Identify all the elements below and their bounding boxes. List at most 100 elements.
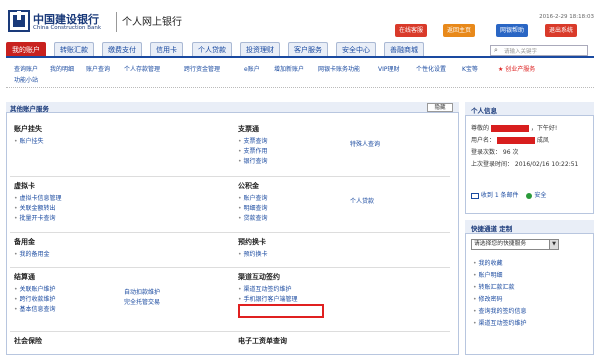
tab-customer-service[interactable]: 客户服务 <box>288 42 328 56</box>
ccb-logo-icon <box>8 10 30 32</box>
section-housing-fund: 公积金 账户查询 明细查询 贷款查询 <box>238 181 448 224</box>
tab-security[interactable]: 安全中心 <box>336 42 376 56</box>
logo-divider <box>116 12 117 32</box>
header-date: 2016-2-29 18:18:03 <box>539 14 594 20</box>
subnav-item[interactable]: 查询账户 <box>14 64 38 73</box>
section-link[interactable]: 贷款查询 <box>238 214 448 224</box>
search-icon: ⌕ <box>494 46 498 54</box>
section-link[interactable]: 关联账户维护 <box>14 285 224 295</box>
section-title: 社会保险 <box>14 337 42 345</box>
section-link[interactable]: 账户挂失 <box>14 137 224 147</box>
section-title: 渠道互动签约 <box>238 273 280 281</box>
highlight-box <box>238 304 324 318</box>
tab-investment[interactable]: 投资理财 <box>240 42 280 56</box>
section-title: 结算通 <box>14 273 35 281</box>
greeting: 尊敬的 ，下午好! <box>471 125 558 132</box>
online-service-button[interactable]: 在线客服 <box>395 24 428 37</box>
quick-access-title: 快捷通道 定制 <box>471 225 513 233</box>
section-link[interactable]: 渠道互动签约维护 <box>238 285 448 295</box>
section-title: 支票通 <box>238 125 259 133</box>
tab-mall[interactable]: 善融商城 <box>384 42 424 56</box>
security-link[interactable]: 安全 <box>534 192 546 199</box>
tab-payment[interactable]: 缴费支付 <box>102 42 142 56</box>
login-count: 登录次数： 96 次 <box>471 149 519 156</box>
section-social-insurance: 社会保险 <box>14 336 224 349</box>
tab-transfer[interactable]: 转账汇款 <box>54 42 94 56</box>
subnav-item[interactable]: 增加新账户 <box>274 64 304 73</box>
sub-nav: 查询账户 我的明细 账户查询 个人存款管理 跨行资金管理 e账户 增加新账户 网… <box>6 60 594 88</box>
subnav-item[interactable]: 账户查询 <box>86 64 110 73</box>
section-link[interactable]: 批量开卡查询 <box>14 214 224 224</box>
section-title: 虚拟卡 <box>14 182 35 190</box>
username: 用户名： 成凤 <box>471 137 549 144</box>
section-link[interactable]: 虚拟卡信息管理 <box>14 194 224 204</box>
mail-link[interactable]: 收到 1 条邮件 <box>481 192 519 199</box>
section-link[interactable]: 明细查询 <box>238 204 448 214</box>
user-info-header: 个人信息 <box>465 102 594 116</box>
subnav-item[interactable]: 个人存款管理 <box>124 64 160 73</box>
last-login: 上次登录时间： 2016/02/16 10:22:51 <box>471 161 579 168</box>
quick-link[interactable]: 转账汇款汇款 <box>473 282 514 291</box>
quick-link[interactable]: 渠道互动签约维护 <box>473 318 526 327</box>
tab-credit-card[interactable]: 信用卡 <box>150 42 183 56</box>
home-button[interactable]: 返回主页 <box>443 24 476 37</box>
section-divider <box>10 176 450 177</box>
main-panel-title: 其他账户服务 <box>10 105 49 113</box>
subnav-item[interactable]: VIP理财 <box>378 64 400 73</box>
section-virtual-card: 虚拟卡 虚拟卡信息管理 关联金额转出 批量开卡查询 <box>14 181 224 224</box>
section-title: 账户挂失 <box>14 125 42 133</box>
subnav-item[interactable]: 网银卡账务功能 <box>318 64 360 73</box>
section-link[interactable]: 关联金额转出 <box>14 204 224 214</box>
section-divider <box>10 232 450 233</box>
section-link[interactable]: 自动扣款维护 <box>124 287 160 296</box>
user-info-title: 个人信息 <box>471 107 497 115</box>
subnav-item[interactable]: e账户 <box>244 64 260 73</box>
quick-access-header: 快捷通道 定制 <box>465 220 594 234</box>
subnav-item[interactable]: 跨行资金管理 <box>184 64 220 73</box>
subnav-item[interactable]: 个性化设置 <box>416 64 446 73</box>
mail-icon <box>471 192 479 199</box>
section-title: 备用金 <box>14 238 35 246</box>
search-box[interactable]: ⌕ 请输入关键字 <box>490 45 588 56</box>
redacted-name <box>490 125 529 132</box>
quick-link[interactable]: 账户明细 <box>473 270 502 279</box>
section-link[interactable]: 预约换卡 <box>238 250 448 260</box>
section-link[interactable]: 银行查询 <box>238 157 448 167</box>
section-e-payslip: 电子工资单查询 <box>238 336 448 349</box>
section-link[interactable]: 账户查询 <box>238 194 448 204</box>
section-link[interactable]: 支票作用 <box>238 147 448 157</box>
subnav-item-hot[interactable]: ★ 创业产服务 <box>498 64 535 73</box>
hide-toggle-button[interactable]: 隐藏 <box>427 103 453 112</box>
main-panel-header: 其他账户服务 隐藏 <box>6 102 459 113</box>
help-button[interactable]: 网银帮助 <box>496 24 529 37</box>
section-divider <box>10 267 450 268</box>
quick-link[interactable]: 我的收藏 <box>473 258 502 267</box>
subnav-item[interactable]: 我的明细 <box>50 64 74 73</box>
security-icon <box>526 192 533 199</box>
section-link[interactable]: 跨行收款维护 <box>14 295 224 305</box>
section-link[interactable]: 个人贷款 <box>350 196 374 205</box>
quick-link[interactable]: 修改密码 <box>473 294 502 303</box>
section-link[interactable]: 完全托管交易 <box>124 297 160 306</box>
quick-link[interactable]: 查询我的签约信息 <box>473 306 526 315</box>
tab-my-account[interactable]: 我的账户 <box>6 42 46 56</box>
section-title: 公积金 <box>238 182 259 190</box>
section-channel-signing: 渠道互动签约 渠道互动签约维护 手机银行客户端管理 <box>238 272 448 305</box>
section-link[interactable]: 基本信息查询 <box>14 305 224 315</box>
section-link[interactable]: 特殊人查询 <box>350 139 380 148</box>
tab-loans[interactable]: 个人贷款 <box>192 42 232 56</box>
section-title: 预约换卡 <box>238 238 266 246</box>
subnav-item[interactable]: K宝等 <box>462 64 478 73</box>
system-title: 个人网上银行 <box>122 17 182 28</box>
section-reserve: 备用金 我的备用金 <box>14 237 224 260</box>
section-divider <box>10 331 450 332</box>
section-link[interactable]: 我的备用金 <box>14 250 224 260</box>
quick-service-select[interactable]: 请选择您的快捷服务 ▼ <box>471 239 559 250</box>
redacted-username <box>496 137 535 144</box>
logout-button[interactable]: 退出系统 <box>545 24 578 37</box>
chevron-down-icon: ▼ <box>549 240 558 249</box>
subnav-item[interactable]: 功能小站 <box>14 75 38 84</box>
section-card-replace: 预约换卡 预约换卡 <box>238 237 448 260</box>
mail-row: 收到 1 条邮件 安全 <box>471 190 546 199</box>
section-link[interactable]: 支票查询 <box>238 137 448 147</box>
